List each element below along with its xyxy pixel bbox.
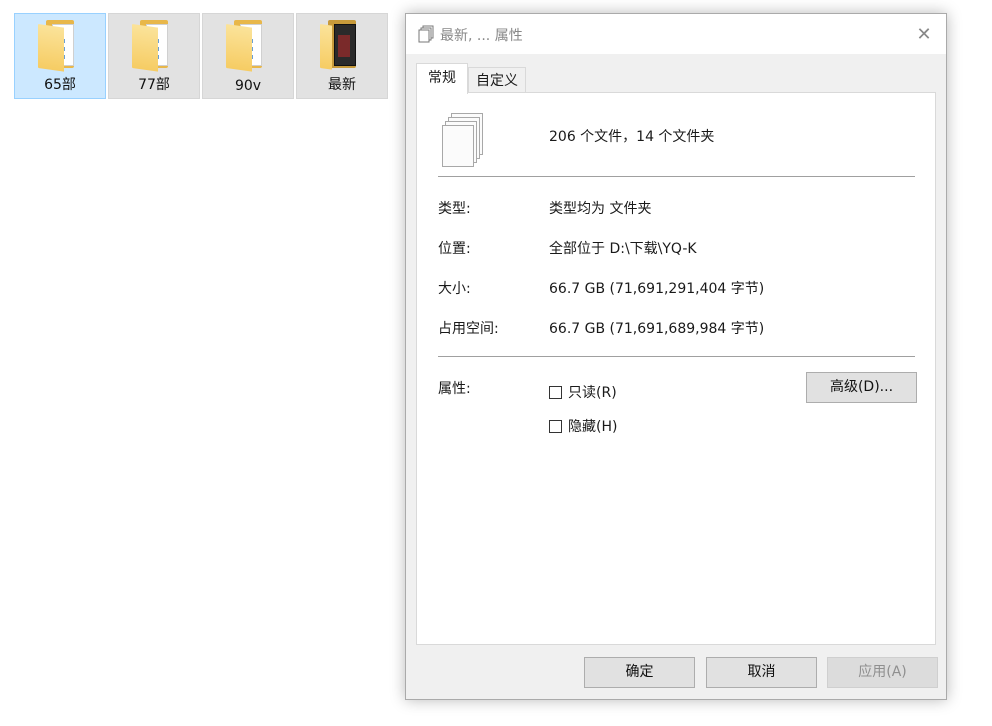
folder-strip: 65部 77部 90v 最新: [14, 13, 388, 99]
tab-custom[interactable]: 自定义: [468, 67, 526, 93]
hidden-checkbox[interactable]: 隐藏(H): [549, 416, 617, 436]
cancel-button[interactable]: 取消: [706, 657, 817, 688]
folder-icon: [132, 20, 176, 72]
apply-button[interactable]: 应用(A): [827, 657, 938, 688]
location-value: 全部位于 D:\下载\YQ-K: [549, 241, 697, 257]
divider: [438, 356, 915, 357]
hidden-label: 隐藏(H): [568, 419, 618, 435]
multiple-files-icon: [418, 25, 434, 43]
type-value: 类型均为 文件夹: [549, 201, 652, 217]
selection-summary: 206 个文件，14 个文件夹: [549, 129, 715, 145]
folder-label: 90v: [234, 78, 262, 94]
folder-label: 65部: [44, 77, 76, 93]
folder-thumbnail-icon: [320, 20, 364, 70]
dialog-titlebar[interactable]: 最新, ... 属性 ✕: [406, 14, 946, 54]
size-on-disk-label: 占用空间:: [438, 321, 499, 337]
tab-general[interactable]: 常规: [416, 63, 468, 94]
folder-label: 77部: [138, 77, 170, 93]
advanced-button[interactable]: 高级(D)...: [806, 372, 917, 403]
dialog-title: 最新, ... 属性: [440, 28, 523, 44]
checkbox-box[interactable]: [549, 385, 562, 399]
size-value: 66.7 GB (71,691,291,404 字节): [549, 281, 765, 297]
size-label: 大小:: [438, 281, 471, 297]
folder-label: 最新: [328, 77, 356, 93]
folder-item[interactable]: 90v: [202, 13, 294, 99]
ok-button[interactable]: 确定: [584, 657, 695, 688]
location-label: 位置:: [438, 241, 471, 257]
type-label: 类型:: [438, 201, 471, 217]
folder-icon: [38, 20, 82, 72]
multiple-files-icon: [441, 113, 485, 167]
readonly-label: 只读(R): [568, 385, 617, 401]
divider: [438, 176, 915, 177]
readonly-checkbox[interactable]: 只读(R): [549, 382, 617, 402]
folder-item[interactable]: 最新: [296, 13, 388, 99]
folder-icon: [226, 20, 270, 72]
checkbox-box[interactable]: [549, 419, 562, 433]
close-button[interactable]: ✕: [910, 20, 938, 48]
size-on-disk-value: 66.7 GB (71,691,689,984 字节): [549, 321, 765, 337]
close-icon: ✕: [916, 23, 932, 45]
attributes-label: 属性:: [438, 381, 471, 397]
properties-dialog: 最新, ... 属性 ✕ 常规 自定义 206 个文件，14 个文件夹 类型: …: [405, 13, 947, 700]
folder-item[interactable]: 65部: [14, 13, 106, 99]
tab-panel-general: 206 个文件，14 个文件夹 类型: 类型均为 文件夹 位置: 全部位于 D:…: [416, 92, 936, 645]
folder-item[interactable]: 77部: [108, 13, 200, 99]
tab-bar: 常规 自定义: [416, 63, 526, 94]
